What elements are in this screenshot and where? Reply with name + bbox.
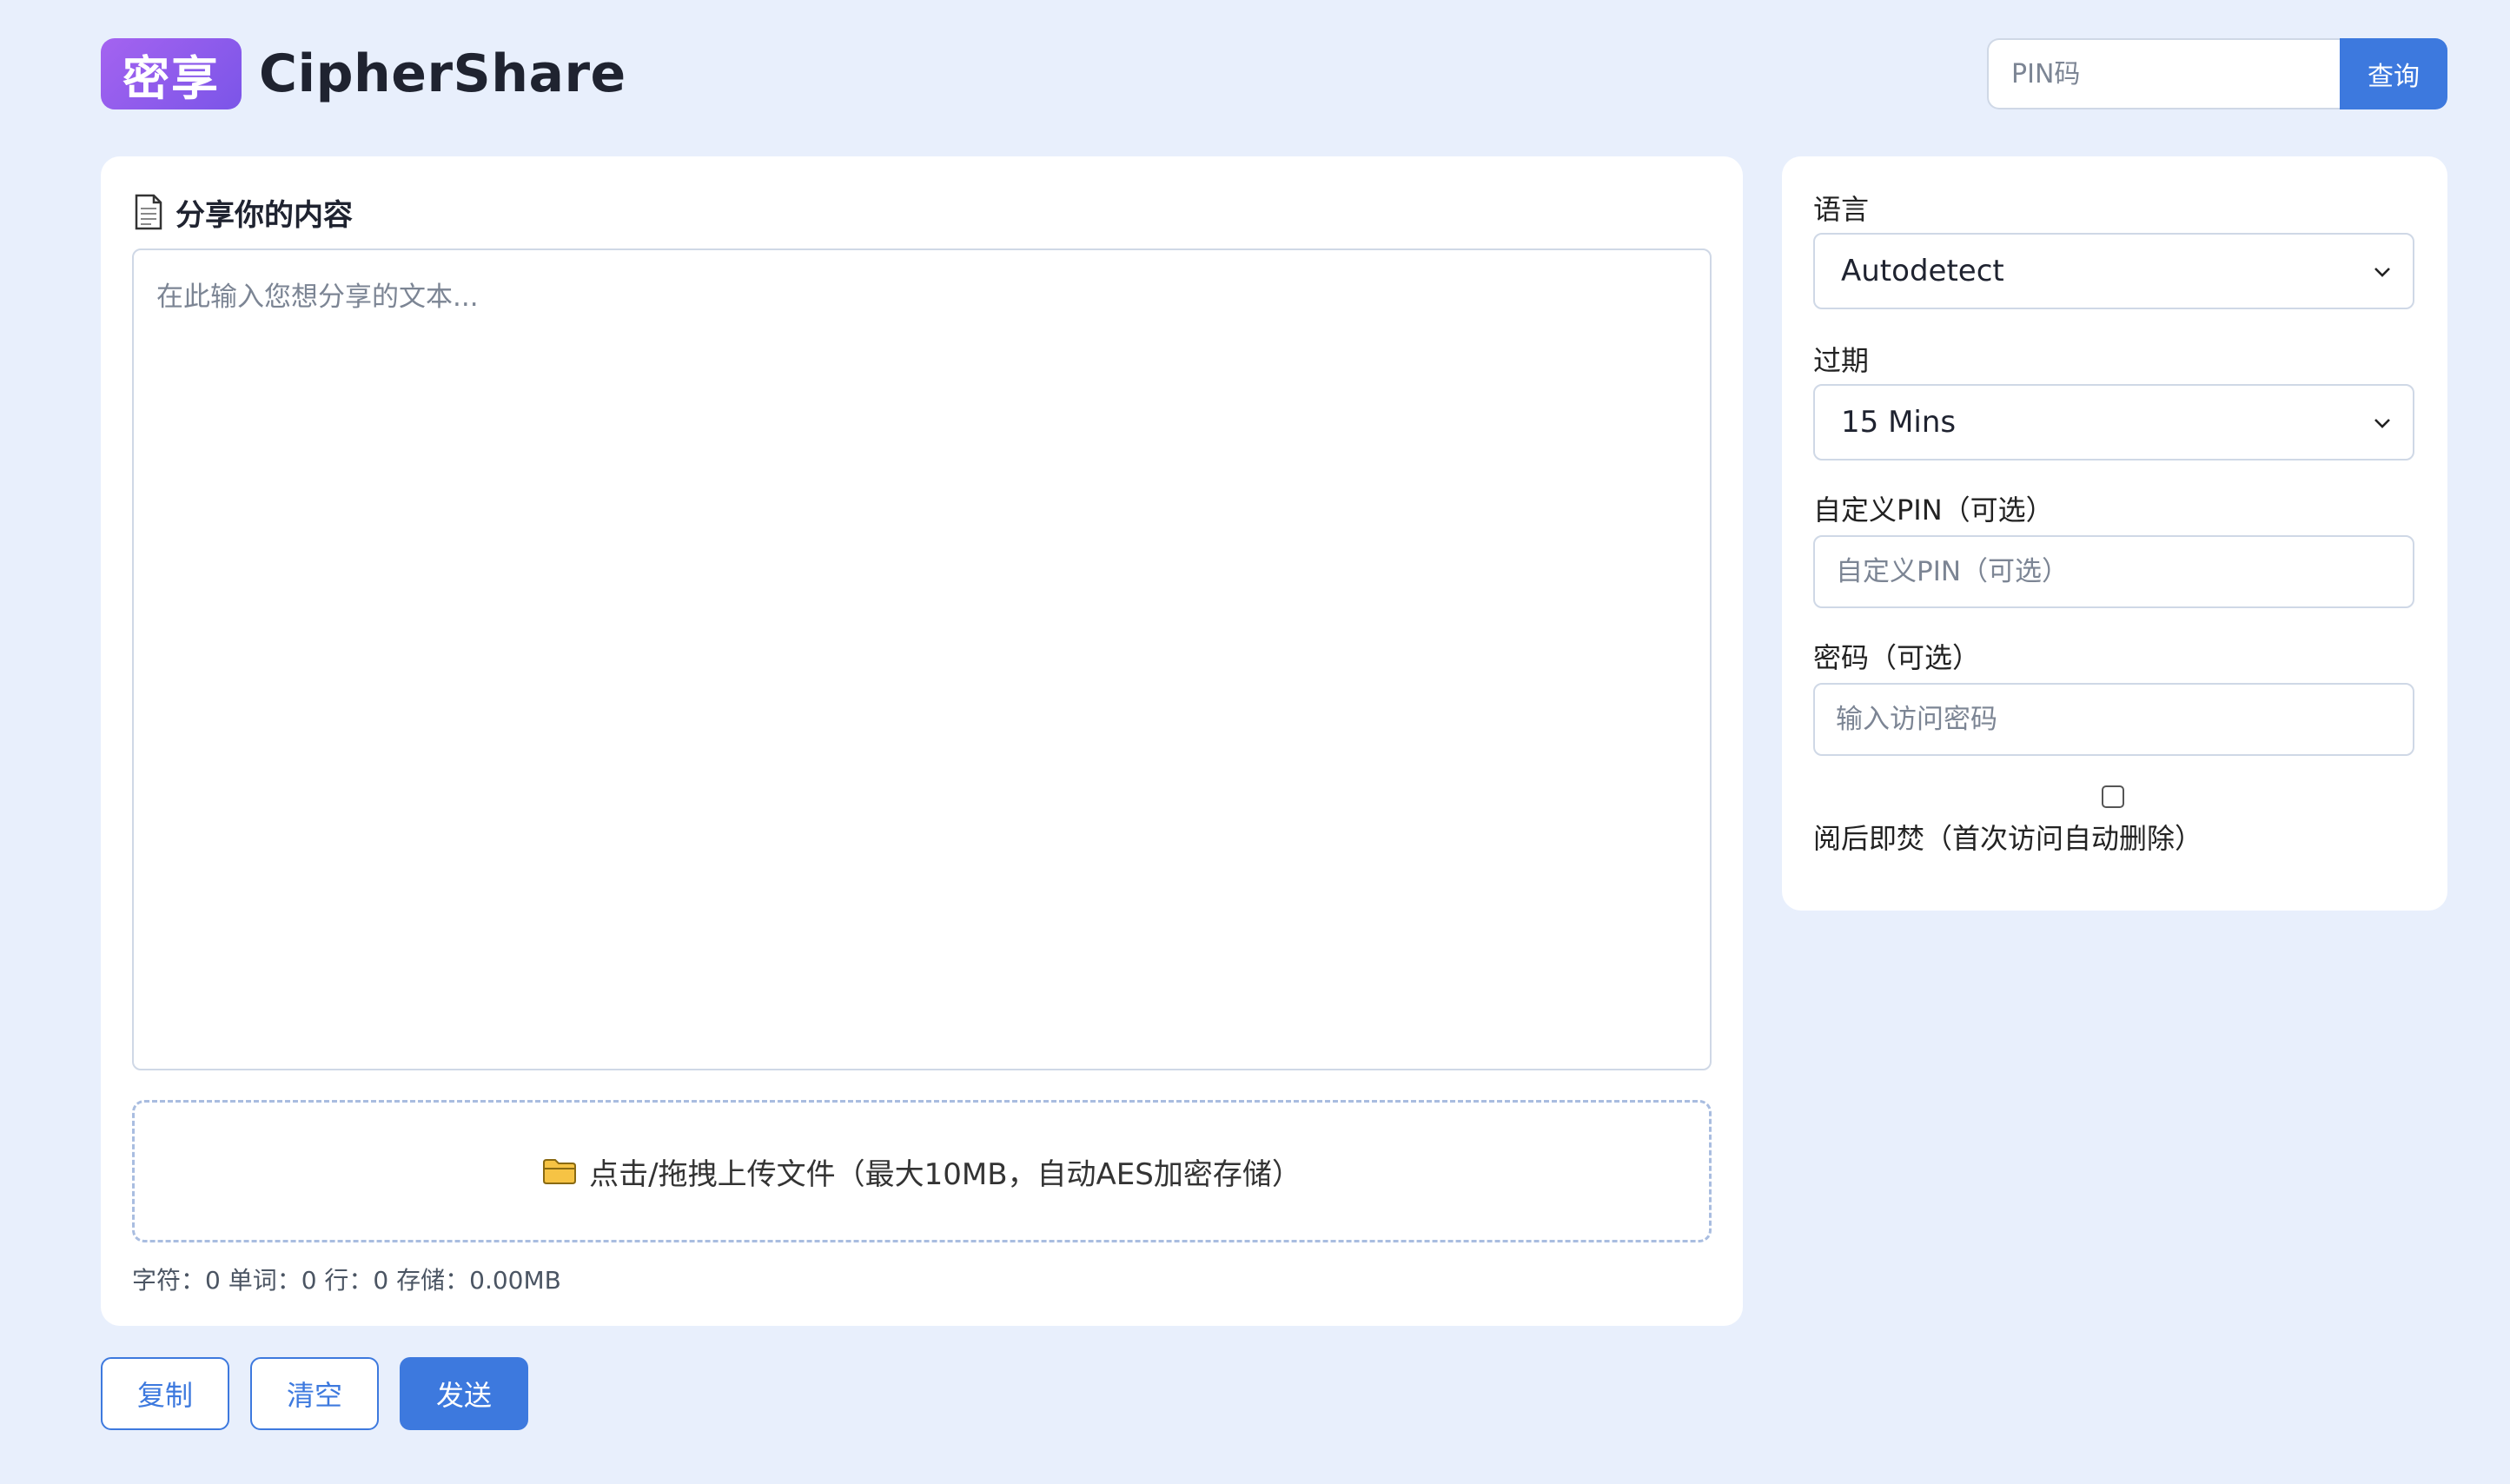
- section-title-text: 分享你的内容: [176, 197, 353, 233]
- expiry-label: 过期: [1813, 344, 1870, 377]
- content-textarea[interactable]: [132, 248, 1712, 1070]
- language-select[interactable]: Autodetect: [1813, 233, 2414, 309]
- burn-after-read-checkbox[interactable]: [2102, 785, 2124, 808]
- chevron-down-icon: [2374, 268, 2390, 277]
- language-label: 语言: [1813, 193, 1870, 226]
- section-title: 分享你的内容: [134, 191, 353, 233]
- file-upload-dropzone[interactable]: 点击/拖拽上传文件（最大10MB，自动AES加密存储）: [132, 1100, 1712, 1242]
- document-icon: [135, 194, 162, 230]
- password-label: 密码（可选）: [1813, 641, 1981, 674]
- brand-name: CipherShare: [259, 43, 626, 104]
- header: 密享 CipherShare 查询: [101, 38, 2447, 109]
- action-bar: 复制 清空 发送: [101, 1357, 528, 1430]
- content-stats: 字符：0 单词：0 行：0 存储：0.00MB: [132, 1266, 561, 1295]
- password-input[interactable]: [1813, 683, 2414, 756]
- logo-badge: 密享: [101, 38, 242, 109]
- brand: 密享 CipherShare: [101, 38, 626, 109]
- pin-search: 查询: [1987, 38, 2447, 109]
- clear-button[interactable]: 清空: [250, 1357, 379, 1430]
- chevron-down-icon: [2374, 419, 2390, 428]
- pin-input[interactable]: [1987, 38, 2340, 109]
- language-value: Autodetect: [1841, 254, 2004, 288]
- query-button[interactable]: 查询: [2340, 38, 2447, 109]
- copy-button[interactable]: 复制: [101, 1357, 229, 1430]
- share-card: 分享你的内容 点击/拖拽上传文件（最大10MB，自动AES加密存储） 字符：0 …: [101, 156, 1743, 1326]
- expiry-select[interactable]: 15 Mins: [1813, 384, 2414, 460]
- expiry-value: 15 Mins: [1841, 405, 1957, 440]
- burn-after-read-label: 阅后即焚（首次访问自动删除）: [1813, 822, 2203, 855]
- settings-card: 语言 Autodetect 过期 15 Mins 自定义PIN（可选） 密码（可…: [1782, 156, 2447, 911]
- folder-icon: [543, 1159, 577, 1184]
- custom-pin-input[interactable]: [1813, 535, 2414, 608]
- custom-pin-label: 自定义PIN（可选）: [1813, 494, 2054, 527]
- send-button[interactable]: 发送: [400, 1357, 528, 1430]
- upload-text: 点击/拖拽上传文件（最大10MB，自动AES加密存储）: [589, 1156, 1301, 1192]
